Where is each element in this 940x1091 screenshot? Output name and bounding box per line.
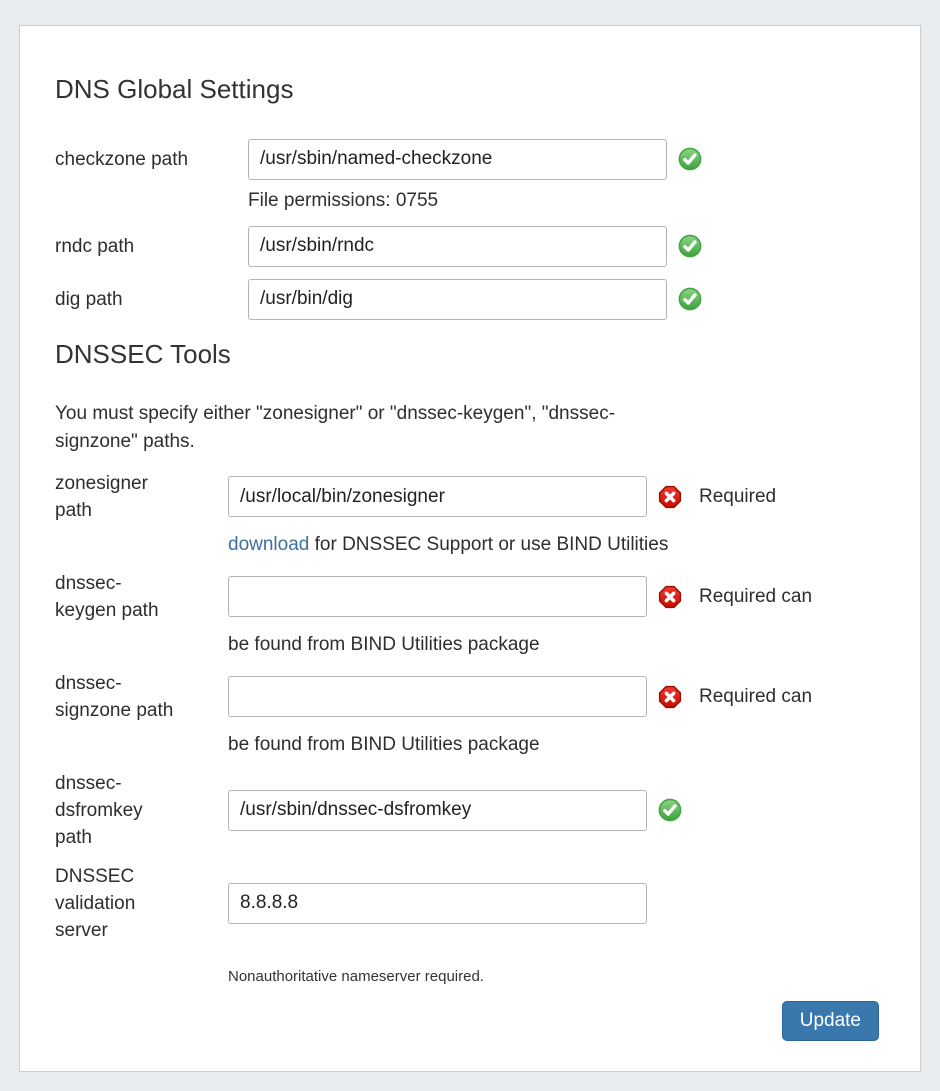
zonesigner-path-row: zonesigner path Required <box>55 470 885 524</box>
success-check-icon <box>678 287 702 311</box>
zonesigner-path-control: Required <box>228 476 776 517</box>
nonauthoritative-note: Nonauthoritative nameserver required. <box>228 968 885 985</box>
zonesigner-path-input[interactable] <box>228 476 647 517</box>
zonesigner-required-text: Required <box>699 486 776 508</box>
checkzone-path-input[interactable] <box>248 139 667 180</box>
error-x-icon <box>658 485 682 509</box>
rndc-path-row: rndc path <box>55 226 885 267</box>
dnssec-validation-server-input[interactable] <box>228 883 647 924</box>
error-x-icon <box>658 585 682 609</box>
rndc-path-label: rndc path <box>55 233 213 260</box>
dnssec-keygen-path-label: dnssec-keygen path <box>55 570 177 624</box>
dnssec-dsfromkey-path-label: dnssec-dsfromkey path <box>55 770 177 851</box>
error-x-icon <box>658 685 682 709</box>
success-check-icon <box>678 234 702 258</box>
signzone-required-text: Required can <box>699 686 812 708</box>
success-check-icon <box>678 147 702 171</box>
dnssec-validation-server-row: DNSSEC validation server <box>55 863 885 944</box>
dnssec-dsfromkey-path-input[interactable] <box>228 790 647 831</box>
checkzone-path-control <box>248 139 702 180</box>
dnssec-signzone-path-input[interactable] <box>228 676 647 717</box>
dnssec-intro-text: You must specify either "zonesigner" or … <box>55 400 885 456</box>
settings-panel: DNS Global Settings checkzone path File … <box>19 25 921 1072</box>
form-actions: Update <box>55 1001 885 1041</box>
success-check-icon <box>658 798 682 822</box>
checkzone-permissions-note: File permissions: 0755 <box>248 188 885 214</box>
rndc-path-input[interactable] <box>248 226 667 267</box>
dnssec-dsfromkey-path-control <box>228 790 682 831</box>
download-link[interactable]: download <box>228 534 309 555</box>
dnssec-validation-server-control <box>228 883 647 924</box>
zonesigner-help-text: for DNSSEC Support or use BIND Utilities <box>309 534 668 555</box>
rndc-path-control <box>248 226 702 267</box>
keygen-required-text: Required can <box>699 586 812 608</box>
checkzone-path-label: checkzone path <box>55 146 213 173</box>
dig-path-label: dig path <box>55 286 213 313</box>
dnssec-keygen-path-row: dnssec-keygen path Required can <box>55 570 885 624</box>
dnssec-keygen-path-control: Required can <box>228 576 812 617</box>
dns-global-settings-title: DNS Global Settings <box>55 75 885 105</box>
dnssec-dsfromkey-path-row: dnssec-dsfromkey path <box>55 770 885 851</box>
dnssec-validation-server-label: DNSSEC validation server <box>55 863 177 944</box>
dnssec-keygen-path-input[interactable] <box>228 576 647 617</box>
dnssec-intro-line2: signzone" paths. <box>55 431 195 452</box>
zonesigner-path-label: zonesigner path <box>55 470 177 524</box>
signzone-help-text: be found from BIND Utilities package <box>228 732 885 758</box>
dig-path-row: dig path <box>55 279 885 320</box>
dnssec-signzone-path-row: dnssec-signzone path Required can <box>55 670 885 724</box>
dnssec-signzone-path-control: Required can <box>228 676 812 717</box>
update-button[interactable]: Update <box>782 1001 879 1041</box>
dnssec-intro-line1: You must specify either "zonesigner" or … <box>55 403 615 424</box>
dnssec-tools-title: DNSSEC Tools <box>55 340 885 370</box>
keygen-help-text: be found from BIND Utilities package <box>228 632 885 658</box>
checkzone-path-row: checkzone path <box>55 139 885 180</box>
zonesigner-help-line: download for DNSSEC Support or use BIND … <box>228 532 885 558</box>
dig-path-control <box>248 279 702 320</box>
dnssec-signzone-path-label: dnssec-signzone path <box>55 670 177 724</box>
dig-path-input[interactable] <box>248 279 667 320</box>
